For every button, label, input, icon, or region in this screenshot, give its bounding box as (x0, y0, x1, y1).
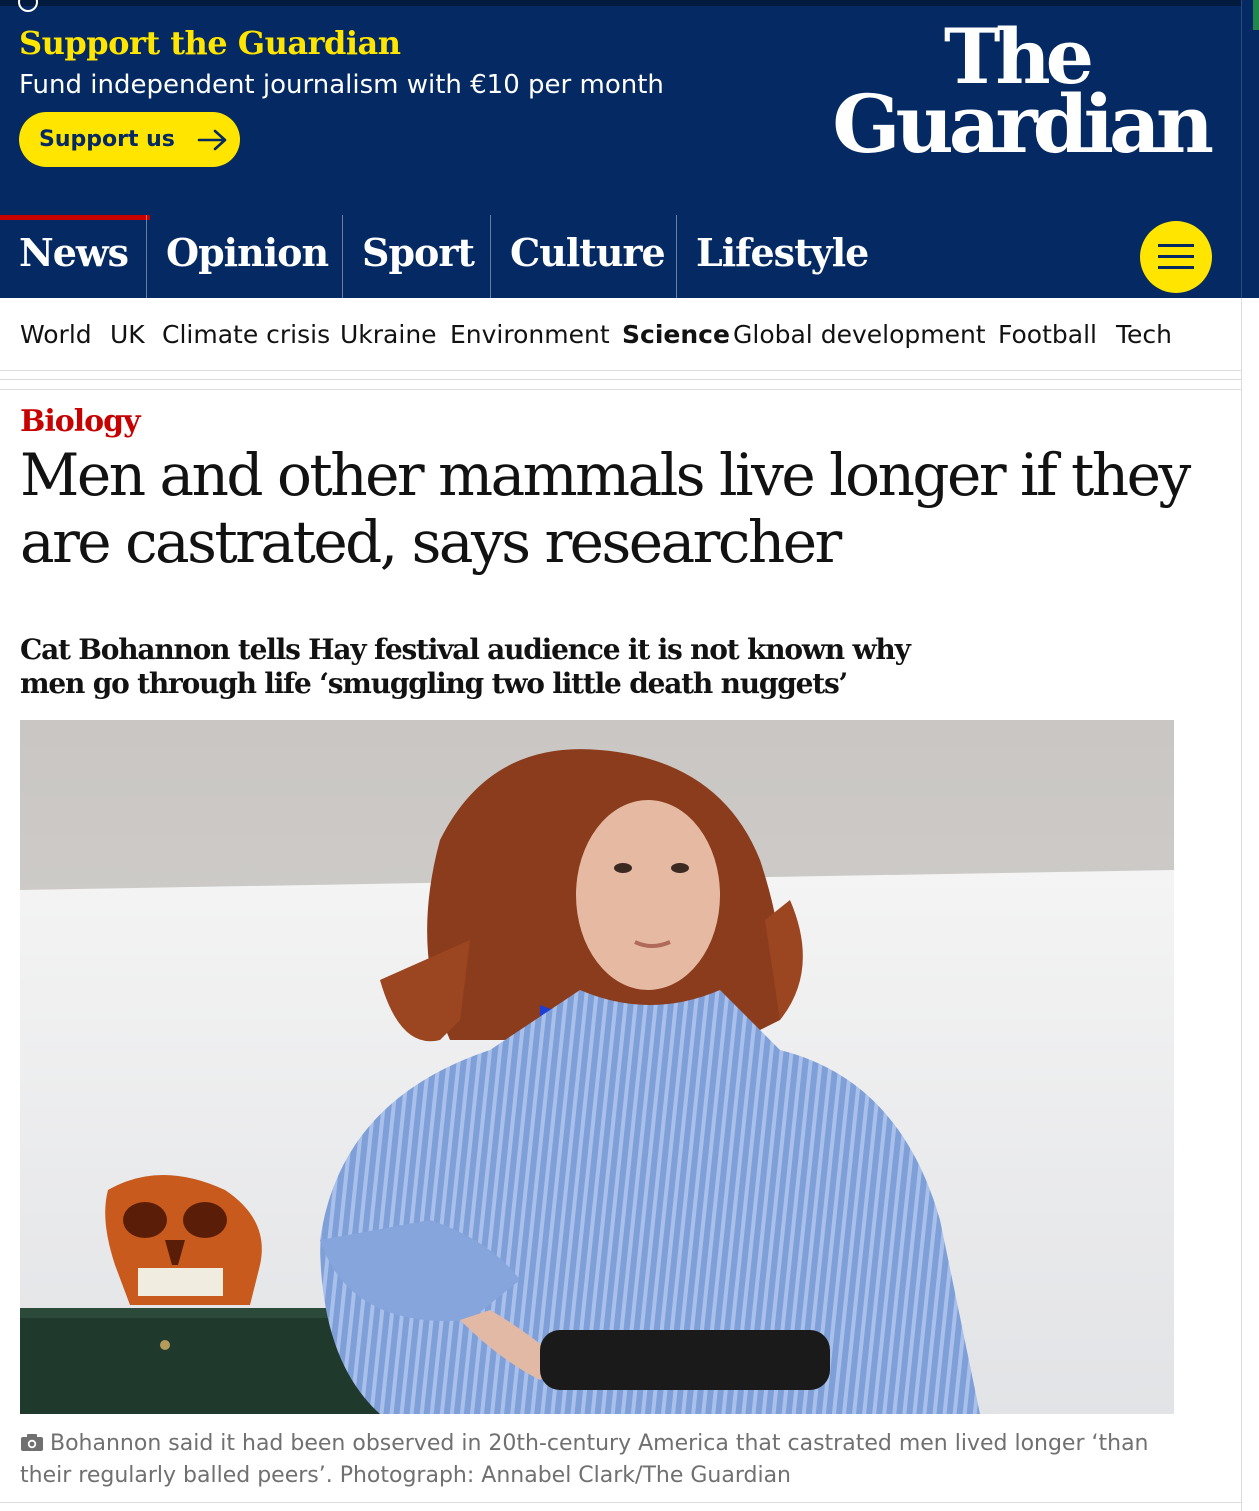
hamburger-line (1158, 266, 1194, 269)
divider (0, 1502, 1241, 1503)
account-icon (18, 0, 38, 12)
support-banner: Support the Guardian Fund independent jo… (0, 12, 1259, 215)
subnav-world[interactable]: World (20, 320, 92, 349)
divider (0, 389, 1241, 390)
browser-top-strip (0, 0, 1259, 12)
support-us-button[interactable]: Support us (19, 112, 240, 167)
subnav-global-development[interactable]: Global development (733, 320, 986, 349)
pillar-sport[interactable]: Sport (342, 215, 492, 298)
article-standfirst: Cat Bohannon tells Hay festival audience… (20, 633, 911, 700)
pillar-nav: News Opinion Sport Culture Lifestyle (0, 215, 1259, 298)
image-caption: Bohannon said it had been observed in 20… (20, 1428, 1180, 1492)
divider (0, 379, 1241, 380)
logo-line-2: Guardian (832, 77, 1214, 171)
subnav-football[interactable]: Football (998, 320, 1097, 349)
hamburger-menu-icon (1158, 244, 1194, 247)
subnav-uk[interactable]: UK (110, 320, 145, 349)
section-subnav: World UK Climate crisis Ukraine Environm… (0, 298, 1241, 371)
pillar-opinion[interactable]: Opinion (146, 215, 346, 298)
menu-button[interactable] (1140, 221, 1212, 293)
section-kicker[interactable]: Biology (20, 404, 141, 439)
subnav-climate-crisis[interactable]: Climate crisis (162, 320, 330, 349)
subnav-science[interactable]: Science (622, 320, 730, 349)
header-scroll-edge (1241, 0, 1259, 298)
scrollbar-indicator[interactable] (1253, 0, 1259, 30)
pillar-culture[interactable]: Culture (490, 215, 680, 298)
hamburger-line (1158, 255, 1194, 258)
pillar-lifestyle[interactable]: Lifestyle (676, 215, 896, 298)
subnav-ukraine[interactable]: Ukraine (340, 320, 437, 349)
guardian-logo[interactable]: The Guardian (832, 19, 1214, 171)
camera-icon (21, 1434, 43, 1451)
portrait-photo-illustration (20, 720, 1174, 1414)
support-title: Support the Guardian (19, 24, 401, 62)
arrow-right-icon (197, 129, 227, 150)
support-us-label: Support us (39, 127, 175, 152)
pillar-news[interactable]: News (0, 215, 150, 298)
article-main-image (20, 720, 1174, 1414)
support-subtitle: Fund independent journalism with €10 per… (19, 70, 664, 100)
subnav-environment[interactable]: Environment (450, 320, 610, 349)
subnav-tech[interactable]: Tech (1116, 320, 1172, 349)
caption-text: Bohannon said it had been observed in 20… (20, 1431, 1149, 1488)
article-headline: Men and other mammals live longer if the… (20, 441, 1191, 576)
